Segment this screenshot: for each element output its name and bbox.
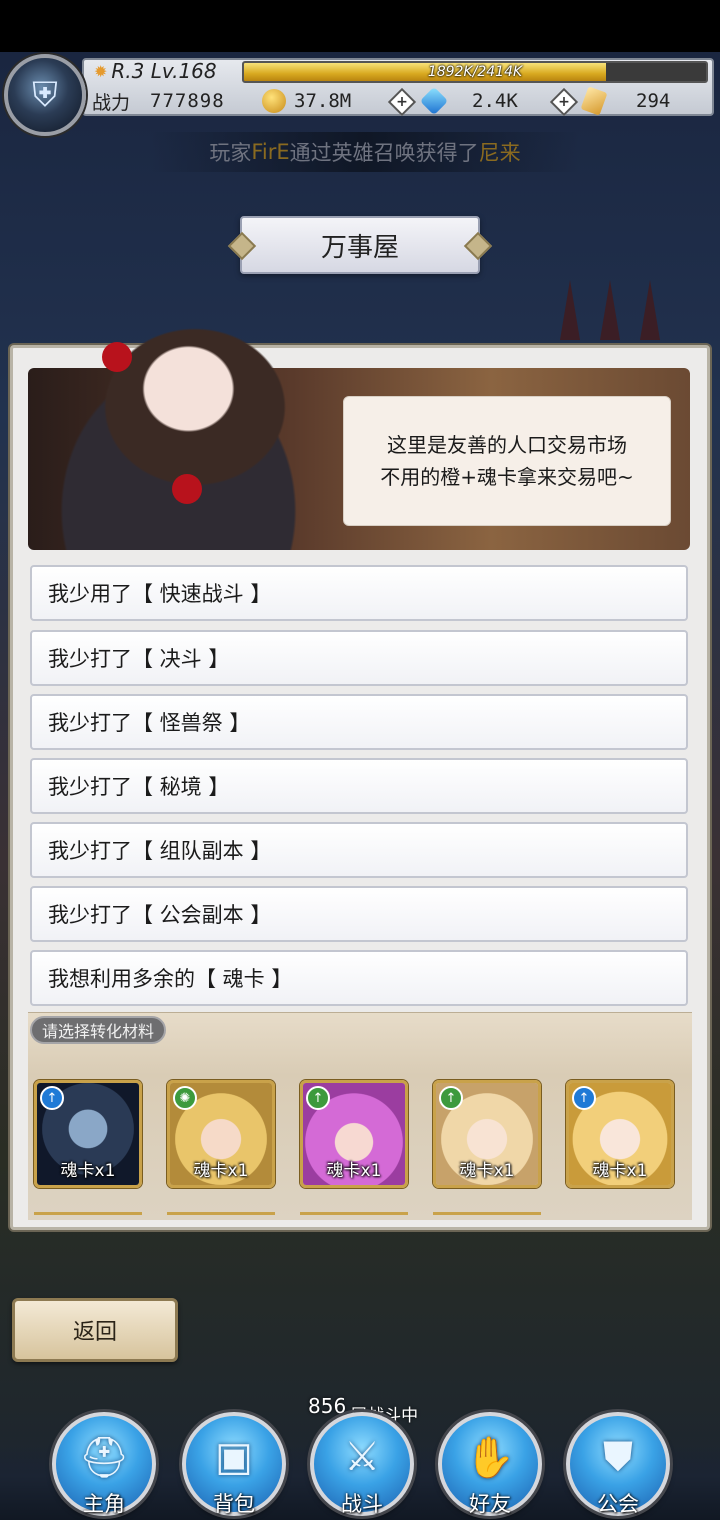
crossed-swords-icon: ⚔	[344, 1434, 380, 1480]
armored-knight-portrait-icon: ⛨	[32, 75, 58, 115]
nav-backpack-label: 背包	[213, 1492, 255, 1516]
option-quick-battle[interactable]: 我少用了【 快速战斗 】	[30, 565, 688, 621]
gold-coin-icon	[262, 89, 286, 113]
nav-friends[interactable]: ✋ 好友	[438, 1412, 542, 1516]
handshake-icon: ✋	[465, 1435, 515, 1481]
ticker-prefix: 玩家	[209, 141, 252, 165]
scroll-icon	[580, 86, 608, 116]
back-button[interactable]: 返回	[12, 1298, 178, 1362]
exp-bar: 1892K/2414K	[242, 61, 708, 83]
plus-icon: +	[396, 94, 408, 110]
power-display: 战力 777898	[92, 88, 225, 114]
option-guild-dungeon[interactable]: 我少打了【 公会副本 】	[30, 886, 688, 942]
option-team-dungeon[interactable]: 我少打了【 组队副本 】	[30, 822, 688, 878]
material-label: 请选择转化材料	[30, 1016, 167, 1044]
announcement-ticker: 玩家 FirE 通过英雄召唤获得了 尼来	[150, 132, 580, 172]
nav-guild[interactable]: ⛊ 公会	[566, 1412, 670, 1516]
helmet-icon: ⛑	[78, 1435, 130, 1481]
backpack-icon: ▣	[215, 1434, 253, 1480]
speech-line-1: 这里是友善的人口交易市场	[387, 433, 627, 457]
exp-text: 1892K/2414K	[427, 64, 523, 80]
card-count: 魂卡x1	[592, 1161, 648, 1181]
soul-card[interactable]: ↑ 魂卡x1	[34, 1080, 142, 1188]
gold-currency: 37.8M	[262, 88, 392, 114]
sword-icon: ↑	[439, 1086, 463, 1110]
player-rank: ✹ R.3 Lv.168	[94, 58, 234, 84]
option-secret-realm[interactable]: 我少打了【 秘境 】	[30, 758, 688, 814]
option-duel[interactable]: 我少打了【 决斗 】	[30, 630, 688, 686]
sword-icon: ↑	[40, 1086, 64, 1110]
power-label: 战力	[92, 91, 131, 114]
nav-battle[interactable]: ⚔ 战斗	[310, 1412, 414, 1516]
soul-card-partial[interactable]	[300, 1212, 408, 1222]
page-title: 万事屋	[240, 216, 480, 274]
sword-icon: ↑	[572, 1086, 596, 1110]
scroll-currency: 294	[580, 86, 704, 116]
soul-card[interactable]: ↑ 魂卡x1	[433, 1080, 541, 1188]
rose-icon	[102, 342, 132, 372]
nav-friends-label: 好友	[469, 1492, 511, 1516]
soul-card-partial[interactable]	[433, 1212, 541, 1222]
diamond-icon	[419, 86, 449, 116]
player-header: ✹ R.3 Lv.168 1892K/2414K 战力 777898 37.8M…	[0, 52, 720, 136]
option-soul-cards[interactable]: 我想利用多余的【 魂卡 】	[30, 950, 688, 1006]
card-count: 魂卡x1	[459, 1161, 515, 1181]
player-avatar[interactable]: ⛨	[4, 54, 86, 136]
scroll-value: 294	[636, 90, 671, 112]
status-bar-black	[0, 0, 720, 52]
guild-crest-icon: ⛊	[603, 1434, 633, 1480]
nav-battle-label: 战斗	[341, 1492, 383, 1516]
soul-card-partial[interactable]	[34, 1212, 142, 1222]
nav-hero[interactable]: ⛑ 主角	[52, 1412, 156, 1516]
rank-text: R.3 Lv.168	[111, 59, 217, 83]
card-count: 魂卡x1	[60, 1161, 116, 1181]
gold-value: 37.8M	[294, 90, 352, 112]
ticker-player-name: FirE	[251, 140, 290, 164]
npc-character-illustration	[30, 290, 360, 550]
diamond-value: 2.4K	[472, 90, 518, 112]
nav-hero-label: 主角	[83, 1492, 125, 1516]
soul-card[interactable]: ↑ 魂卡x1	[300, 1080, 408, 1188]
plus-icon: +	[558, 94, 570, 110]
power-value: 777898	[150, 90, 225, 112]
soul-card[interactable]: ✺ 魂卡x1	[167, 1080, 275, 1188]
card-count: 魂卡x1	[193, 1161, 249, 1181]
sword-icon: ↑	[306, 1086, 330, 1110]
soul-card-partial[interactable]	[167, 1212, 275, 1222]
swirl-icon: ✺	[173, 1086, 197, 1110]
nav-backpack[interactable]: ▣ 背包	[182, 1412, 286, 1516]
nav-guild-label: 公会	[597, 1492, 639, 1516]
rank-gem-icon: ✹	[94, 61, 108, 81]
diamond-currency: 2.4K	[419, 86, 554, 116]
ticker-middle: 通过英雄召唤获得了	[289, 141, 479, 165]
speech-line-2: 不用的橙+魂卡拿来交易吧~	[380, 465, 634, 489]
rose-icon	[172, 474, 202, 504]
soul-card[interactable]: ↑ 魂卡x1	[566, 1080, 674, 1188]
floor-number: 856	[308, 1394, 347, 1418]
ticker-hero-name: 尼来	[478, 141, 521, 165]
card-count: 魂卡x1	[326, 1161, 382, 1181]
npc-speech-bubble: 这里是友善的人口交易市场 不用的橙+魂卡拿来交易吧~	[343, 396, 671, 526]
option-monster-festival[interactable]: 我少打了【 怪兽祭 】	[30, 694, 688, 750]
